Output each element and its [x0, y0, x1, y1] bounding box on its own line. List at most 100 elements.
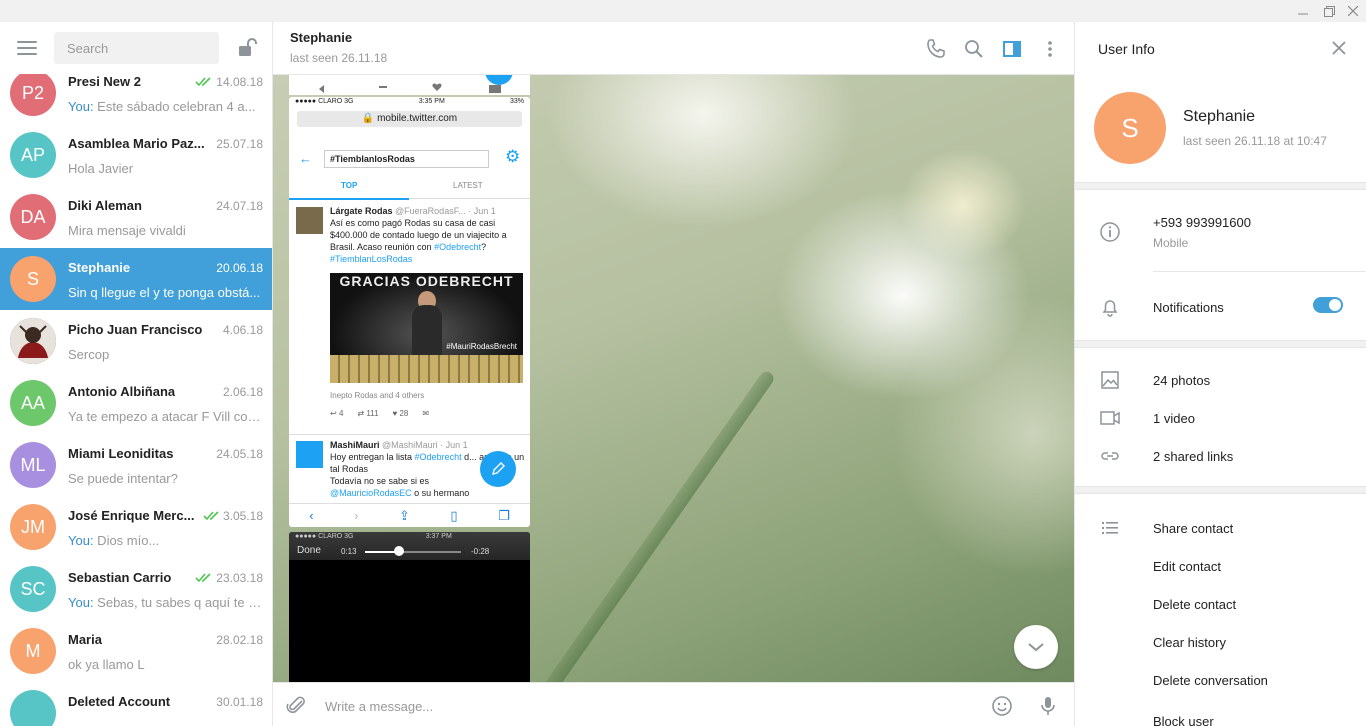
ios-status-bar: ●●●●● CLARO 3G 3:37 PM [289, 532, 530, 544]
tab-latest: LATEST [453, 181, 483, 190]
preview-text: Dios mío... [93, 533, 160, 548]
like-count: 28 [399, 409, 409, 418]
avatar: SC [10, 566, 56, 612]
avatar [10, 318, 56, 364]
gear-icon: ⚙ [505, 147, 521, 166]
videos-link[interactable]: 1 video [1153, 411, 1195, 426]
minimize-icon[interactable] [1290, 2, 1316, 20]
tabs-icon: ❐ [498, 507, 510, 523]
chat-list-item[interactable]: Deleted Account 30.01.18 [0, 682, 272, 726]
chat-preview: You: Sebas, tu sabes q aquí te q... [68, 595, 264, 610]
you-prefix: You: [68, 595, 94, 610]
chat-list-item[interactable]: JM José Enrique Merc... 3.05.18 You: Dios m… [0, 496, 272, 558]
phone-number[interactable]: +593 993991600 [1153, 215, 1251, 230]
conversation-panel: Stephanie last seen 26.11.18 ●●●●● CLARO… [273, 22, 1074, 726]
search-icon[interactable] [962, 37, 986, 61]
avatar: DA [10, 194, 56, 240]
forward-icon: › [354, 508, 359, 523]
chat-name: Deleted Account [68, 694, 171, 709]
reply-count: 4 [338, 409, 344, 418]
preview-text: Sercop [68, 347, 110, 362]
elapsed-time: 0:13 [341, 547, 357, 556]
message-composer [273, 682, 1074, 726]
chat-date: 28.02.18 [216, 633, 263, 647]
notifications-toggle[interactable] [1313, 297, 1343, 313]
window-titlebar [0, 0, 1366, 22]
previous-photo-message[interactable] [289, 75, 530, 95]
chat-list-item[interactable]: S Stephanie 20.06.18 Sin q llegue el y te p… [0, 248, 272, 310]
delete-contact-button[interactable]: Delete contact [1153, 597, 1236, 612]
hashtag: #Odebrecht [414, 452, 462, 462]
chat-title[interactable]: Stephanie [290, 30, 352, 45]
chat-list-item[interactable]: AP Asamblea Mario Paz... 25.07.18 Hola Javi… [0, 124, 272, 186]
share-contact-button[interactable]: Share contact [1153, 521, 1233, 536]
video-message[interactable]: ●●●●● CLARO 3G 3:37 PM Done 0:13 -0:28 [289, 532, 530, 682]
carrier-label: ●●●●● CLARO 3G [295, 533, 354, 540]
chat-list-item[interactable]: ML Miami Leoniditas 24.05.18 Se puede inten… [0, 434, 272, 496]
tweet-body-end: o su hermano [411, 488, 470, 498]
tab-top: TOP [341, 181, 358, 190]
bookmarks-icon: ▯ [450, 507, 458, 523]
tweet-likes-line: Inepto Rodas and 4 others [330, 391, 425, 400]
restore-icon[interactable] [1316, 2, 1342, 20]
delete-conversation-button[interactable]: Delete conversation [1153, 673, 1268, 688]
user-info-panel: User Info S Stephanie last seen 26.11.18… [1074, 22, 1366, 726]
tweet-handle: @FueraRodasF... · Jun 1 [392, 206, 496, 216]
read-checkmark-icon [195, 75, 213, 87]
sidebar-toggle-icon[interactable] [1000, 37, 1024, 61]
tab-underline [289, 198, 409, 200]
close-window-icon[interactable] [1340, 2, 1366, 20]
video-icon [1099, 407, 1121, 429]
chat-list-item[interactable]: SC Sebastian Carrio 23.03.18 You: Sebas, tu… [0, 558, 272, 620]
chat-date: 14.08.18 [216, 75, 263, 89]
chat-preview: Mira mensaje vivaldi [68, 223, 264, 238]
compose-icon [480, 451, 516, 487]
divider [1153, 271, 1366, 272]
image-caption: GRACIAS ODEBRECHT [339, 273, 514, 289]
lock-icon[interactable] [237, 37, 259, 59]
emoji-icon[interactable] [990, 694, 1014, 718]
message-input[interactable] [325, 694, 975, 718]
chat-preview: Hola Javier [68, 161, 264, 176]
tweet-image: GRACIAS ODEBRECHT #MauriRodasBrecht [330, 273, 523, 383]
chat-list-item[interactable]: M Maria 28.02.18 ok ya llamo L [0, 620, 272, 682]
shared-links-link[interactable]: 2 shared links [1153, 449, 1233, 464]
chat-name: Stephanie [68, 260, 131, 275]
avatar: M [10, 628, 56, 674]
hashtag: #TiemblanLosRodas [330, 254, 413, 264]
chat-date: 24.05.18 [216, 447, 263, 461]
like-icon: ♥ 28 [392, 409, 409, 418]
menu-icon[interactable] [17, 41, 37, 55]
attach-icon[interactable] [285, 694, 309, 718]
chat-list-item[interactable]: Picho Juan Francisco 4.06.18 Sercop [0, 310, 272, 372]
search-input[interactable] [54, 32, 219, 64]
microphone-icon[interactable] [1036, 694, 1060, 718]
photo-message-tweet[interactable]: ●●●●● CLARO 3G 3:35 PM 33% 🔒 mobile.twit… [289, 97, 530, 527]
phone-label: Mobile [1153, 236, 1189, 250]
chat-preview: Se puede intentar? [68, 471, 264, 486]
phone-icon[interactable] [924, 37, 948, 61]
avatar[interactable]: S [1094, 92, 1166, 164]
chat-preview: Sin q llegue el y te ponga obstá... [68, 285, 264, 300]
chat-date: 23.03.18 [216, 571, 263, 585]
list-icon [1099, 517, 1121, 539]
video-player-bar: ●●●●● CLARO 3G 3:37 PM Done 0:13 -0:28 [289, 532, 530, 560]
tweet-2: MashiMauri @MashiMauri · Jun 1 Hoy entre… [289, 434, 530, 498]
block-user-button[interactable]: Block user [1153, 714, 1214, 726]
chat-list-item[interactable]: AA Antonio Albiñana 2.06.18 Ya te empezo a … [0, 372, 272, 434]
twitter-tabs: TOP LATEST [289, 177, 530, 200]
photos-link[interactable]: 24 photos [1153, 373, 1210, 388]
carrier-label: ●●●●● CLARO 3G [295, 98, 354, 105]
edit-contact-button[interactable]: Edit contact [1153, 559, 1221, 574]
chat-date: 2.06.18 [222, 385, 263, 399]
image-tag: #MauriRodasBrecht [446, 342, 517, 351]
chat-list-item[interactable]: DA Diki Aleman 24.07.18 Mira mensaje vivald… [0, 186, 272, 248]
clear-history-button[interactable]: Clear history [1153, 635, 1226, 650]
close-icon[interactable] [1329, 38, 1349, 58]
you-prefix: You: [68, 533, 94, 548]
scroll-down-button[interactable] [1014, 625, 1058, 669]
chat-preview: ok ya llamo L [68, 657, 264, 672]
more-options-icon[interactable] [1038, 37, 1062, 61]
avatar: AA [10, 380, 56, 426]
avatar: JM [10, 504, 56, 550]
